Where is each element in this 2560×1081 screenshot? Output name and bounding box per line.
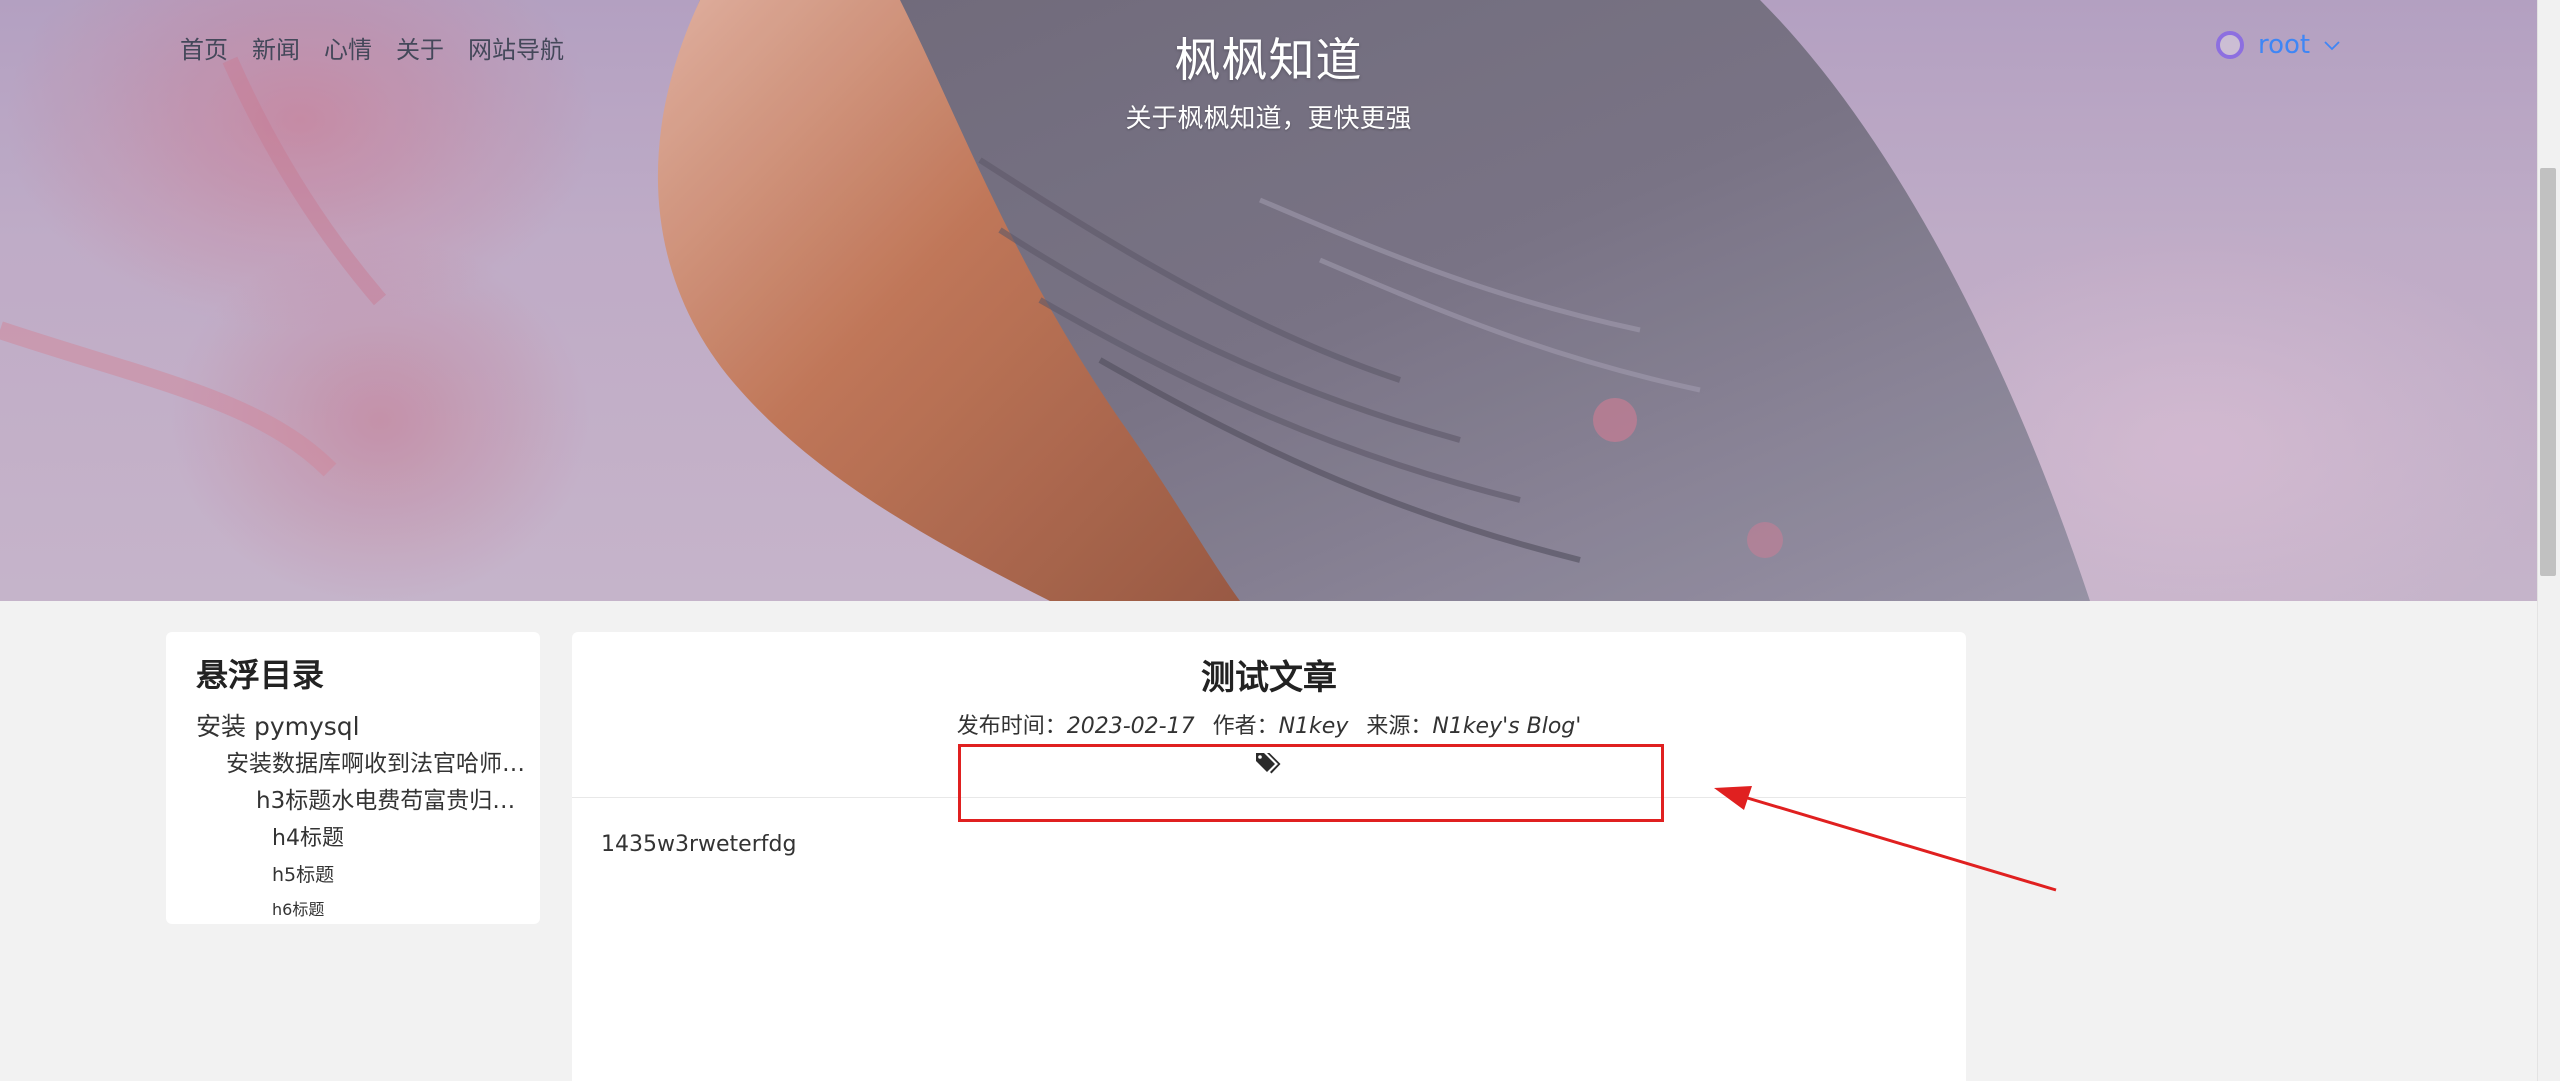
article-meta: 发布时间：2023-02-17 作者：N1key 来源：N1key's Blog' <box>572 708 1966 740</box>
annotation-highlight-box <box>958 744 1664 822</box>
author-label: 作者： <box>1212 714 1279 739</box>
site-title: 枫枫知道 <box>1174 33 1363 87</box>
toc-item-h1[interactable]: 安装 pymysql <box>196 708 540 746</box>
avatar[interactable] <box>2216 31 2244 59</box>
user-menu[interactable]: root <box>2216 30 2340 60</box>
username[interactable]: root <box>2258 30 2310 60</box>
toc-item-h5[interactable]: h5标题 <box>196 857 540 893</box>
article-title: 测试文章 <box>1201 658 1337 698</box>
author-value: N1key <box>1278 714 1349 739</box>
publish-time-value: 2023-02-17 <box>1066 714 1195 739</box>
hero-overlay <box>0 0 2537 601</box>
toc-heading: 悬浮目录 <box>196 656 325 694</box>
page-scrollbar-thumb[interactable] <box>2540 168 2556 576</box>
source-value: N1key's Blog' <box>1432 714 1582 739</box>
floating-toc: 悬浮目录 安装 pymysql 安装数据库啊收到法官哈师… h3标题水电费苟富贵… <box>166 632 540 924</box>
toc-item-h4[interactable]: h4标题 <box>196 820 540 857</box>
source-label: 来源： <box>1366 714 1433 739</box>
publish-time-label: 发布时间： <box>956 714 1067 739</box>
toc-item-h3[interactable]: h3标题水电费苟富贵归… <box>196 783 526 820</box>
site-subtitle: 关于枫枫知道，更快更强 <box>1125 104 1412 134</box>
article-body: 1435w3rweterfdg <box>601 832 797 857</box>
toc-item-h6[interactable]: h6标题 <box>196 893 540 927</box>
annotation-arrow <box>1714 786 2057 892</box>
chevron-down-icon[interactable] <box>2324 35 2340 56</box>
toc-item-h2[interactable]: 安装数据库啊收到法官哈师… <box>196 746 536 783</box>
hero-banner: 首页 新闻 心情 关于 网站导航 枫枫知道 关于枫枫知道，更快更强 root <box>0 0 2537 601</box>
